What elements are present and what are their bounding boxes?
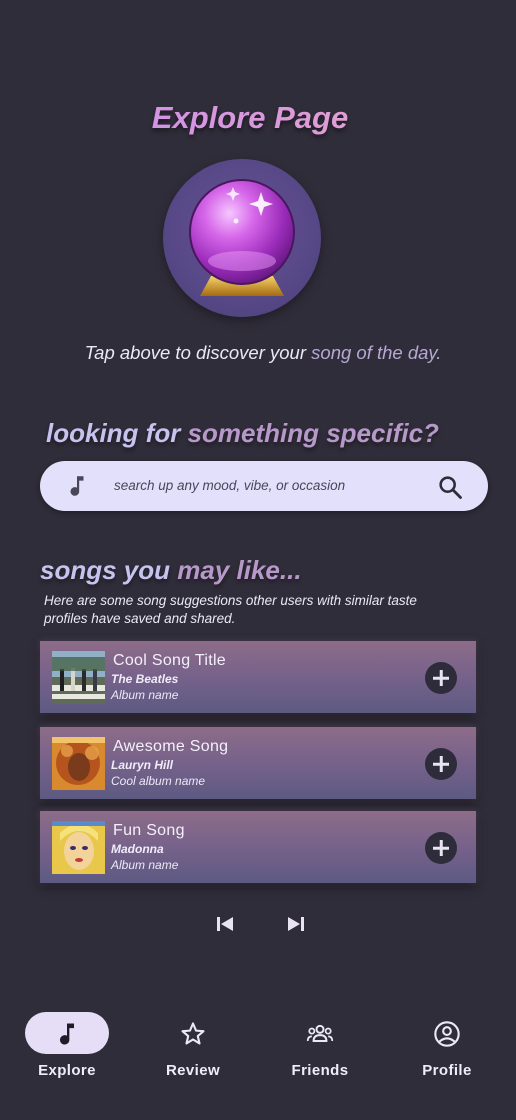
star-icon: [181, 1022, 205, 1045]
search-bar[interactable]: search up any mood, vibe, or occasion: [40, 461, 488, 511]
song-title: Awesome Song: [113, 738, 229, 755]
tagline: Tap above to discover your song of the d…: [0, 342, 516, 364]
song-title: Fun Song: [113, 822, 185, 839]
add-song-button[interactable]: [425, 748, 457, 780]
nav-item-profile[interactable]: Profile: [392, 1000, 502, 1090]
skip-previous-icon[interactable]: [215, 914, 235, 934]
add-song-button[interactable]: [425, 662, 457, 694]
skip-next-icon[interactable]: [286, 914, 306, 934]
song-card[interactable]: Cool Song Title The Beatles Album name: [40, 641, 476, 713]
album-cover: [52, 651, 105, 704]
search-input[interactable]: search up any mood, vibe, or occasion: [114, 478, 345, 493]
suggestions-heading: songs you may like...: [40, 555, 302, 586]
search-icon[interactable]: [436, 473, 464, 501]
song-album: Album name: [111, 858, 179, 872]
nav-item-review[interactable]: Review: [138, 1000, 248, 1090]
suggestions-description: Here are some song suggestions other use…: [44, 593, 417, 626]
song-artist: Madonna: [111, 842, 164, 856]
bottom-nav: Explore Review Friends Profile: [0, 1000, 516, 1120]
song-card[interactable]: Fun Song Madonna Album name: [40, 811, 476, 883]
nav-label: Explore: [38, 1062, 96, 1079]
crystal-ball-button[interactable]: [163, 159, 321, 317]
nav-label: Friends: [291, 1062, 349, 1079]
search-heading: looking for something specific?: [46, 418, 439, 449]
nav-label: Profile: [422, 1062, 472, 1079]
add-song-button[interactable]: [425, 832, 457, 864]
song-card[interactable]: Awesome Song Lauryn Hill Cool album name: [40, 727, 476, 799]
song-title: Cool Song Title: [113, 652, 227, 669]
crystal-ball-icon: [189, 179, 295, 296]
tagline-text: Tap above to discover your: [84, 342, 312, 363]
nav-item-friends[interactable]: Friends: [265, 1000, 375, 1090]
album-cover: [52, 737, 105, 790]
account-circle-icon: [434, 1021, 460, 1047]
page-title: Explore Page: [0, 100, 500, 136]
song-artist: Lauryn Hill: [111, 758, 174, 772]
suggestions-heading-accent: may like...: [177, 555, 302, 585]
nav-label: Review: [165, 1062, 221, 1079]
group-icon: [306, 1024, 334, 1042]
album-cover: [52, 821, 105, 874]
song-artist: The Beatles: [111, 672, 179, 686]
music-note-icon: [70, 476, 84, 496]
tagline-accent: song of the day.: [311, 342, 442, 363]
search-heading-accent: something specific?: [187, 418, 439, 448]
music-note-icon: [60, 1023, 74, 1045]
suggestions-heading-text: songs you: [40, 555, 178, 585]
nav-item-explore[interactable]: Explore: [0, 1000, 110, 1090]
song-album: Album name: [111, 688, 179, 702]
song-album: Cool album name: [111, 774, 206, 788]
search-heading-text: looking for: [46, 418, 188, 448]
